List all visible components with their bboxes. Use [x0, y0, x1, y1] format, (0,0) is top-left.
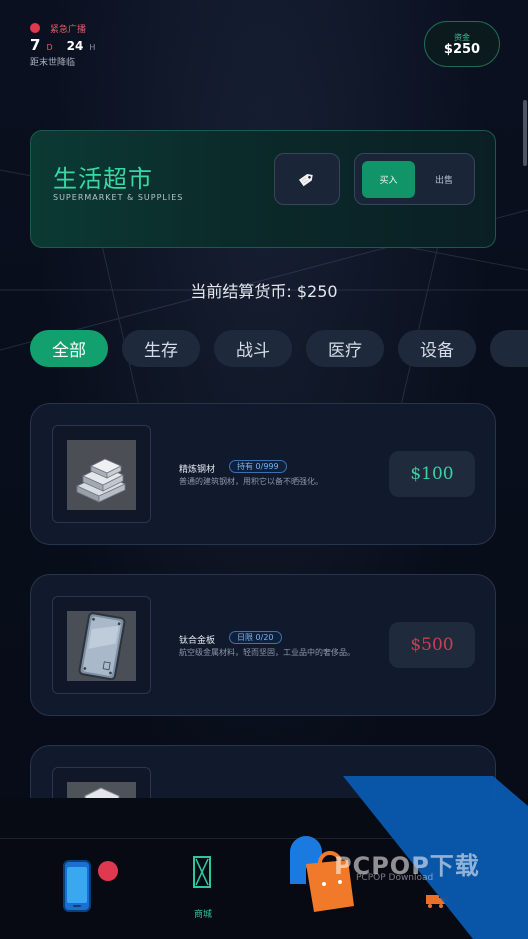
countdown-hours: 24	[66, 39, 84, 53]
shop-header-card: 生活超市 SUPERMARKET & SUPPLIES 买入 出售	[30, 130, 496, 248]
tab-equipment[interactable]: 设备	[398, 330, 476, 367]
price-button[interactable]: $100	[389, 451, 475, 497]
item-description: 普通的建筑钢材，用积它以备不晒强化。	[179, 477, 323, 486]
shop-subtitle: SUPERMARKET & SUPPLIES	[53, 193, 184, 202]
alert-text: 紧急广播	[50, 25, 87, 35]
notification-badge	[98, 861, 118, 881]
countdown-days-unit: D	[46, 43, 53, 52]
list-item[interactable]: 精炼钢材 持有 0/999 普通的建筑钢材，用积它以备不晒强化。 $100	[30, 403, 496, 545]
tab-combat[interactable]: 战斗	[214, 330, 292, 367]
item-stock-badge: 持有 0/999	[229, 460, 287, 473]
tab-medical[interactable]: 医疗	[306, 330, 384, 367]
phone-icon[interactable]	[62, 859, 92, 913]
scrollbar-thumb[interactable]	[523, 100, 527, 166]
hourglass-icon[interactable]	[192, 855, 212, 889]
countdown-days: 7	[30, 36, 41, 54]
buy-sell-toggle: 买入 出售	[354, 153, 475, 205]
price-tag-icon	[298, 174, 313, 187]
countdown-hours-unit: H	[89, 43, 96, 52]
item-name: 精炼钢材	[179, 465, 216, 475]
tab-more[interactable]	[490, 330, 528, 367]
item-limit-badge: 日限 0/20	[229, 631, 282, 644]
alert-icon	[30, 23, 40, 33]
steel-ingot-icon	[67, 440, 136, 510]
tab-all[interactable]: 全部	[30, 330, 108, 367]
wallet-amount: $250	[443, 42, 481, 57]
top-status-bar: 紧急广播 7 D 24 H 距末世降临 资金 $250	[0, 0, 528, 80]
tag-button[interactable]	[274, 153, 340, 205]
wallet-pill[interactable]: 资金 $250	[424, 21, 500, 67]
category-tabs: 全部 生存 战斗 医疗 设备	[30, 330, 528, 368]
watermark-subtext: PCPOP Download	[356, 873, 434, 883]
list-item[interactable]: 钛合金板 日限 0/20 航空级金属材料，轻而坚固，工业品中的奢侈品。 $500	[30, 574, 496, 716]
sell-tab[interactable]: 出售	[419, 161, 469, 198]
price-button[interactable]: $500	[389, 622, 475, 668]
countdown-subtitle: 距末世降临	[30, 58, 76, 68]
tab-survival[interactable]: 生存	[122, 330, 200, 367]
item-thumbnail-frame	[52, 596, 151, 694]
shop-title: 生活超市	[53, 165, 153, 193]
settlement-currency: 当前结算货币: $250	[190, 282, 338, 301]
nav-shop-label[interactable]: 商城	[184, 907, 222, 920]
titanium-plate-icon	[67, 611, 136, 681]
countdown: 7 D 24 H	[30, 36, 103, 54]
item-thumbnail-frame	[52, 425, 151, 523]
item-name: 钛合金板	[179, 636, 216, 646]
buy-tab[interactable]: 买入	[362, 161, 415, 198]
item-description: 航空级金属材料，轻而坚固，工业品中的奢侈品。	[179, 648, 355, 657]
